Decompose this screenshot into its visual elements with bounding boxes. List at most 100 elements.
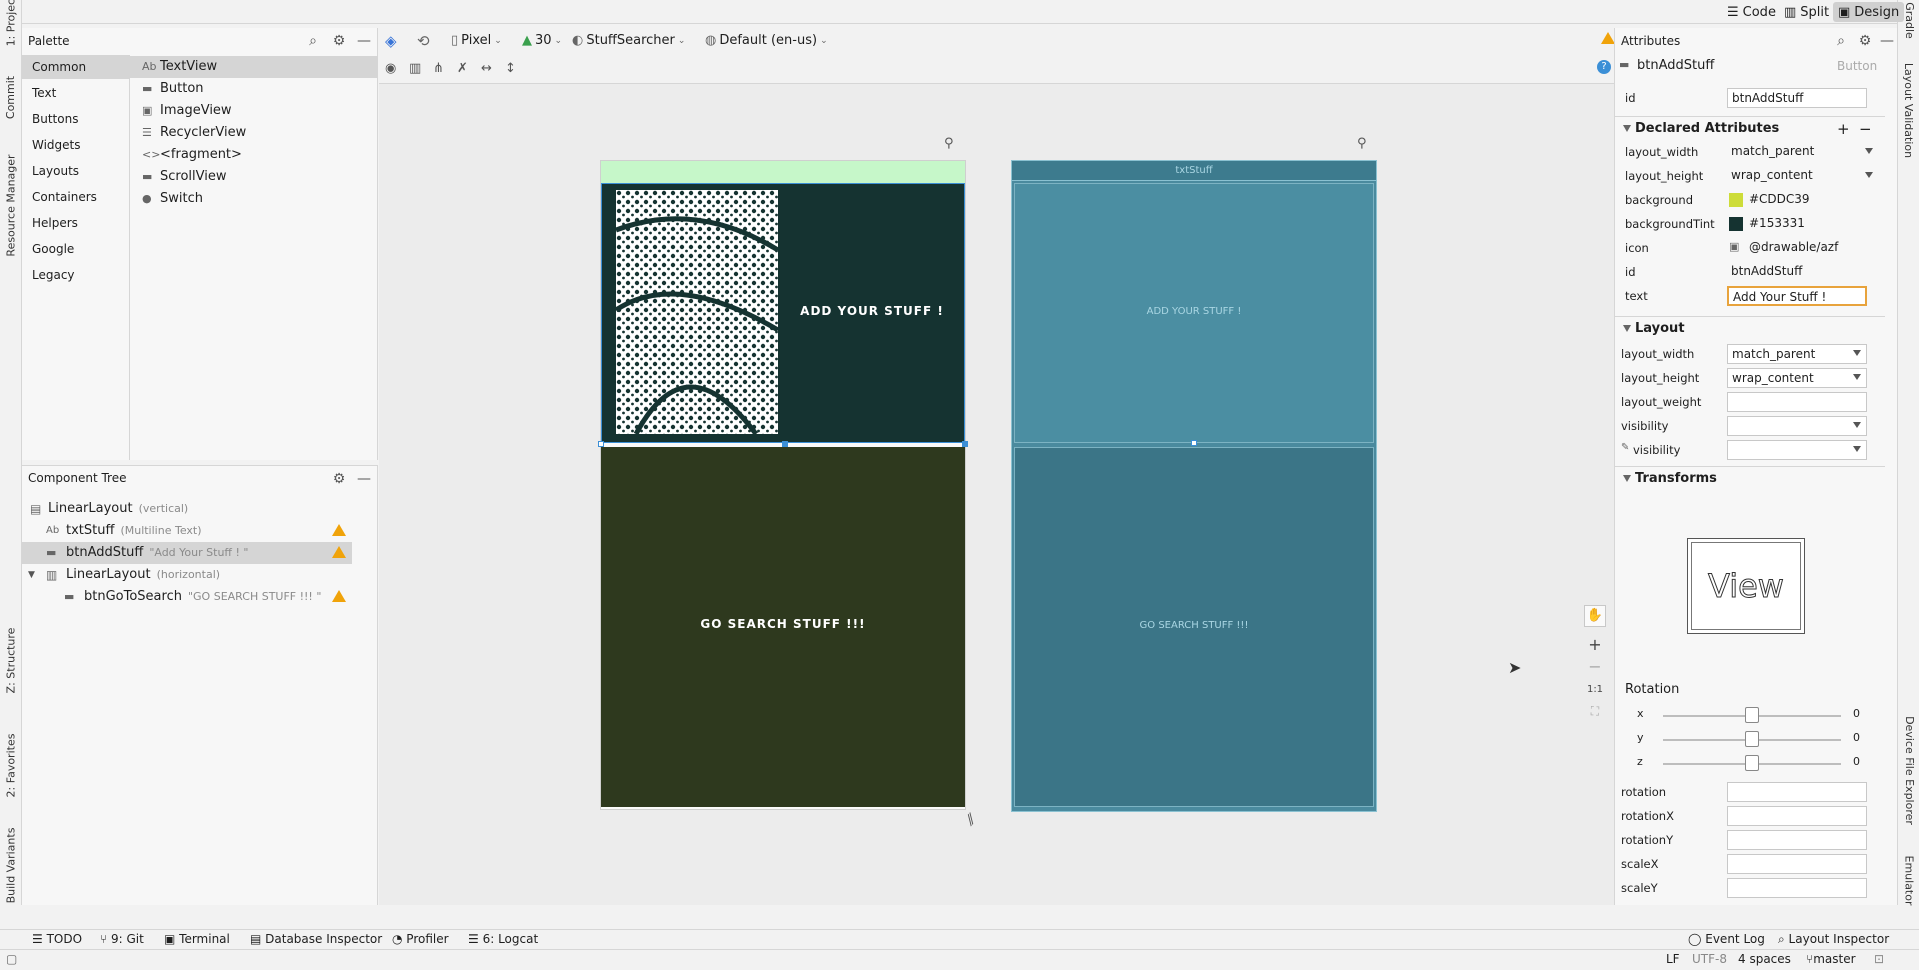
logcat-tab[interactable]: ☰ 6: Logcat (468, 932, 538, 946)
expand-vertical-icon[interactable]: ↕ (505, 58, 516, 80)
layout-weight-field[interactable] (1727, 392, 1867, 412)
chevron-down-icon[interactable] (1853, 350, 1861, 356)
palette-item[interactable]: <> <fragment> (130, 144, 378, 166)
palette-category-helpers[interactable]: Helpers (22, 211, 130, 235)
blueprint-search-button[interactable]: GO SEARCH STUFF !!! (1014, 447, 1374, 807)
slider-thumb[interactable] (1745, 731, 1759, 747)
resize-handle[interactable] (1191, 440, 1197, 446)
warning-icon[interactable] (332, 524, 346, 536)
palette-item[interactable]: ▬ ScrollView (130, 166, 378, 188)
tab-project[interactable]: 1: Project (0, 0, 22, 46)
slider-thumb[interactable] (1745, 707, 1759, 723)
line-separator[interactable]: LF (1666, 952, 1680, 966)
declared-attributes-header[interactable]: Declared Attributes + − (1615, 116, 1885, 140)
indent-setting[interactable]: 4 spaces (1738, 952, 1791, 966)
add-attribute-icon[interactable]: + (1837, 117, 1850, 141)
layout-height-field[interactable]: wrap_content (1727, 368, 1867, 388)
chevron-down-icon[interactable] (1865, 172, 1873, 178)
chevron-down-icon[interactable] (1853, 446, 1861, 452)
design-mode-button[interactable]: ▣ Design (1833, 2, 1905, 22)
palette-item[interactable]: ▣ ImageView (130, 100, 378, 122)
tree-row[interactable]: ▬ btnGoToSearch "GO SEARCH STUFF !!! " (22, 586, 352, 608)
lock-icon[interactable]: ⊡ (1874, 952, 1884, 966)
todo-tab[interactable]: ☰ TODO (32, 932, 82, 946)
clear-constraints-icon[interactable]: ✗ (457, 58, 468, 80)
palette-item[interactable]: Ab TextView (130, 56, 378, 78)
background-value[interactable]: #CDDC39 (1745, 190, 1885, 210)
icon-value[interactable]: @drawable/azf (1745, 238, 1885, 258)
gear-icon[interactable]: ⚙ (331, 33, 347, 49)
palette-item[interactable]: ▬ Button (130, 78, 378, 100)
pin-icon[interactable]: ⚲ (944, 136, 954, 151)
palette-category-common[interactable]: Common (22, 55, 130, 79)
palette-item[interactable]: ● Switch (130, 188, 378, 210)
rotation-y-field[interactable] (1727, 830, 1867, 850)
blueprint-preview-surface[interactable]: txtStuff ADD YOUR STUFF ! GO SEARCH STUF… (1011, 160, 1377, 812)
tree-row[interactable]: ▼ ▥ LinearLayout (horizontal) (22, 564, 352, 586)
code-mode-button[interactable]: ☰ Code (1722, 2, 1781, 22)
blueprint-add-button[interactable]: ADD YOUR STUFF ! (1014, 183, 1374, 443)
zoom-actual-size-button[interactable]: 1:1 (1582, 679, 1608, 701)
zoom-fit-icon[interactable]: ⛶ (1584, 701, 1606, 723)
chevron-down-icon[interactable]: ▼ (28, 564, 35, 586)
gear-icon[interactable]: ⚙ (1857, 33, 1873, 49)
chevron-down-icon[interactable] (1853, 422, 1861, 428)
rotation-x-field[interactable] (1727, 806, 1867, 826)
terminal-tab[interactable]: ▣ Terminal (164, 932, 230, 946)
scale-y-field[interactable] (1727, 878, 1867, 898)
expand-horizontal-icon[interactable]: ↔ (481, 58, 492, 80)
tab-resource-manager[interactable]: Resource Manager (0, 145, 22, 265)
eye-icon[interactable]: ◉ (385, 58, 396, 80)
tab-build-variants[interactable]: Build Variants (0, 820, 22, 910)
minimize-icon[interactable]: — (356, 471, 372, 487)
file-encoding[interactable]: UTF-8 (1692, 952, 1727, 966)
id-field[interactable]: btnAddStuff (1727, 88, 1867, 108)
layout-width-field[interactable]: match_parent (1727, 344, 1867, 364)
transforms-section-header[interactable]: Transforms (1615, 466, 1885, 490)
layout-width-select[interactable]: match_parent (1727, 142, 1867, 162)
pin-icon[interactable]: ⚲ (1357, 136, 1367, 151)
tools-visibility-select[interactable] (1727, 440, 1867, 460)
theme-dropdown[interactable]: ◐ StuffSearcher ⌄ (572, 30, 685, 52)
layers-icon[interactable]: ◈ (385, 30, 397, 52)
design-preview-surface[interactable]: ADD YOUR STUFF ! GO SEARCH STUFF !!! (598, 160, 968, 810)
tab-layout-validation[interactable]: Layout Validation (1898, 55, 1919, 165)
go-search-button-preview[interactable]: GO SEARCH STUFF !!! (601, 447, 965, 807)
minimize-icon[interactable]: — (356, 33, 372, 49)
tree-row[interactable]: Ab txtStuff (Multiline Text) (22, 520, 352, 542)
device-dropdown[interactable]: ▯ Pixel ⌄ (451, 30, 502, 52)
zoom-in-icon[interactable]: + (1584, 635, 1606, 657)
layout-height-select[interactable]: wrap_content (1727, 166, 1867, 186)
zoom-out-icon[interactable]: − (1584, 657, 1606, 679)
tab-device-file-explorer[interactable]: Device File Explorer (1898, 705, 1919, 835)
tree-row[interactable]: ▤ LinearLayout (vertical) (22, 498, 352, 520)
git-branch[interactable]: ⑂master (1806, 952, 1856, 966)
add-stuff-button-preview[interactable]: ADD YOUR STUFF ! (601, 183, 965, 443)
scale-x-field[interactable] (1727, 854, 1867, 874)
remove-attribute-icon[interactable]: − (1859, 117, 1872, 141)
palette-category-google[interactable]: Google (22, 237, 130, 261)
locale-dropdown[interactable]: ◍ Default (en-us) ⌄ (705, 30, 828, 52)
profiler-tab[interactable]: ◔ Profiler (392, 932, 449, 946)
layout-inspector-tab[interactable]: ⌕ Layout Inspector (1778, 932, 1889, 947)
help-icon[interactable]: ? (1597, 60, 1611, 74)
palette-category-legacy[interactable]: Legacy (22, 263, 130, 287)
chevron-down-icon[interactable] (1853, 374, 1861, 380)
database-inspector-tab[interactable]: ▤ Database Inspector (250, 932, 382, 946)
text-field[interactable]: Add Your Stuff ! (1727, 286, 1867, 306)
palette-item[interactable]: ☰ RecyclerView (130, 122, 378, 144)
palette-category-containers[interactable]: Containers (22, 185, 130, 209)
git-tab[interactable]: ⑂ 9: Git (100, 932, 144, 946)
api-level-dropdown[interactable]: ▲ 30 ⌄ (522, 30, 562, 52)
tab-emulator[interactable]: Emulator (1898, 850, 1919, 910)
toggle-tool-windows-icon[interactable]: ▢ (6, 952, 17, 966)
pan-hand-icon[interactable]: ✋ (1584, 605, 1606, 627)
magnet-icon[interactable]: ⋔ (433, 58, 444, 80)
resize-device-icon[interactable]: ⁄⁄ (964, 813, 979, 828)
palette-category-buttons[interactable]: Buttons (22, 107, 130, 131)
visibility-select[interactable] (1727, 416, 1867, 436)
event-log-tab[interactable]: ◯ Event Log (1688, 932, 1765, 946)
chevron-down-icon[interactable] (1865, 148, 1873, 154)
tree-row-selected[interactable]: ▬ btnAddStuff "Add Your Stuff ! " (22, 542, 352, 564)
layout-section-header[interactable]: Layout (1615, 316, 1885, 340)
